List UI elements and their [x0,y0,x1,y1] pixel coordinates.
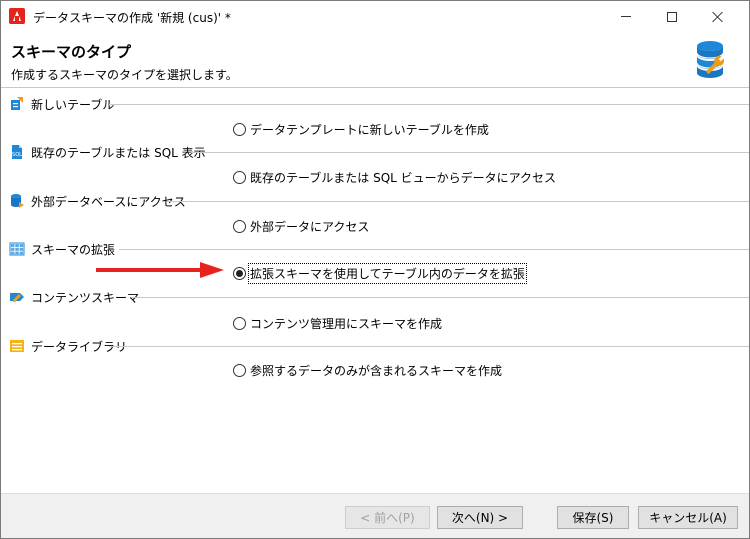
svg-text:SQL: SQL [12,152,22,158]
option-label: データテンプレートに新しいテーブルを作成 [250,122,489,137]
section-label: コンテンツスキーマ [31,289,144,306]
wizard-content: 新しいテーブル データテンプレートに新しいテーブルを作成 SQL 既存のテーブル… [1,89,749,493]
close-button[interactable] [695,1,741,32]
maximize-button[interactable] [649,1,695,32]
option-label: コンテンツ管理用にスキーマを作成 [250,316,443,331]
page-title: スキーマのタイプ [11,43,132,61]
adobe-app-icon [9,8,25,24]
red-arrow-annotation [96,262,224,278]
section-label: 新しいテーブル [31,96,119,113]
option-label: 外部データにアクセス [250,219,370,234]
option-schema-extension[interactable]: 拡張スキーマを使用してテーブル内のデータを拡張 [233,262,527,284]
radio-button[interactable] [233,219,246,233]
page-subtitle: 作成するスキーマのタイプを選択します。 [11,68,238,82]
section-label: 外部データベースにアクセス [31,193,190,210]
option-label: 拡張スキーマを使用してテーブル内のデータを拡張 [248,262,527,284]
divider [191,152,749,153]
section-schema-extension: スキーマの拡張 [9,240,749,258]
radio-button[interactable] [233,122,246,136]
next-button[interactable]: 次へ(N) > [437,506,523,529]
option-external-db[interactable]: 外部データにアクセス [233,217,369,235]
database-wrench-icon [696,41,725,78]
divider [119,249,749,250]
option-existing-table[interactable]: 既存のテーブルまたは SQL ビューからデータにアクセス [233,168,556,186]
wizard-header: スキーマのタイプ 作成するスキーマのタイプを選択します。 [1,32,749,88]
wizard-footer: < 前へ(P) 次へ(N) > 保存(S) キャンセル(A) [1,493,749,538]
option-content-schema[interactable]: コンテンツ管理用にスキーマを作成 [233,314,442,332]
radio-button[interactable] [233,170,246,184]
divider [131,297,749,298]
section-external-db: 外部データベースにアクセス [9,192,749,210]
new-table-icon [11,97,23,110]
title-bar: データスキーマの作成 '新規 (cus)' * [1,1,749,32]
divider [109,104,749,105]
radio-button[interactable] [233,363,246,377]
radio-button[interactable] [233,316,246,330]
save-button[interactable]: 保存(S) [557,506,629,529]
window-title: データスキーマの作成 '新規 (cus)' * [33,11,231,25]
section-content-schema: コンテンツスキーマ [9,288,749,306]
maximize-icon [667,11,677,22]
dialog-window: データスキーマの作成 '新規 (cus)' * スキーマのタイプ 作成するスキー… [0,0,750,539]
option-label: 既存のテーブルまたは SQL ビューからデータにアクセス [250,170,557,185]
divider [167,201,749,202]
sql-icon: SQL [12,145,22,159]
library-icon [10,340,24,352]
option-new-table[interactable]: データテンプレートに新しいテーブルを作成 [233,120,489,138]
radio-button-selected[interactable] [233,266,246,280]
option-data-library[interactable]: 参照するデータのみが含まれるスキーマを作成 [233,361,502,379]
external-database-icon [11,194,24,208]
section-label: 既存のテーブルまたは SQL 表示 [31,144,210,161]
divider [109,346,749,347]
previous-button[interactable]: < 前へ(P) [345,506,430,529]
cancel-button[interactable]: キャンセル(A) [638,506,738,529]
section-data-library: データライブラリ [9,337,749,355]
content-icon [10,293,24,302]
close-icon [712,11,724,23]
minimize-button[interactable] [603,1,649,32]
grid-icon [9,242,25,256]
section-existing-table: SQL 既存のテーブルまたは SQL 表示 [9,143,749,161]
section-label: スキーマの拡張 [31,241,120,258]
option-label: 参照するデータのみが含まれるスキーマを作成 [250,363,503,378]
section-new-table: 新しいテーブル [9,95,749,113]
minimize-icon [621,16,631,17]
